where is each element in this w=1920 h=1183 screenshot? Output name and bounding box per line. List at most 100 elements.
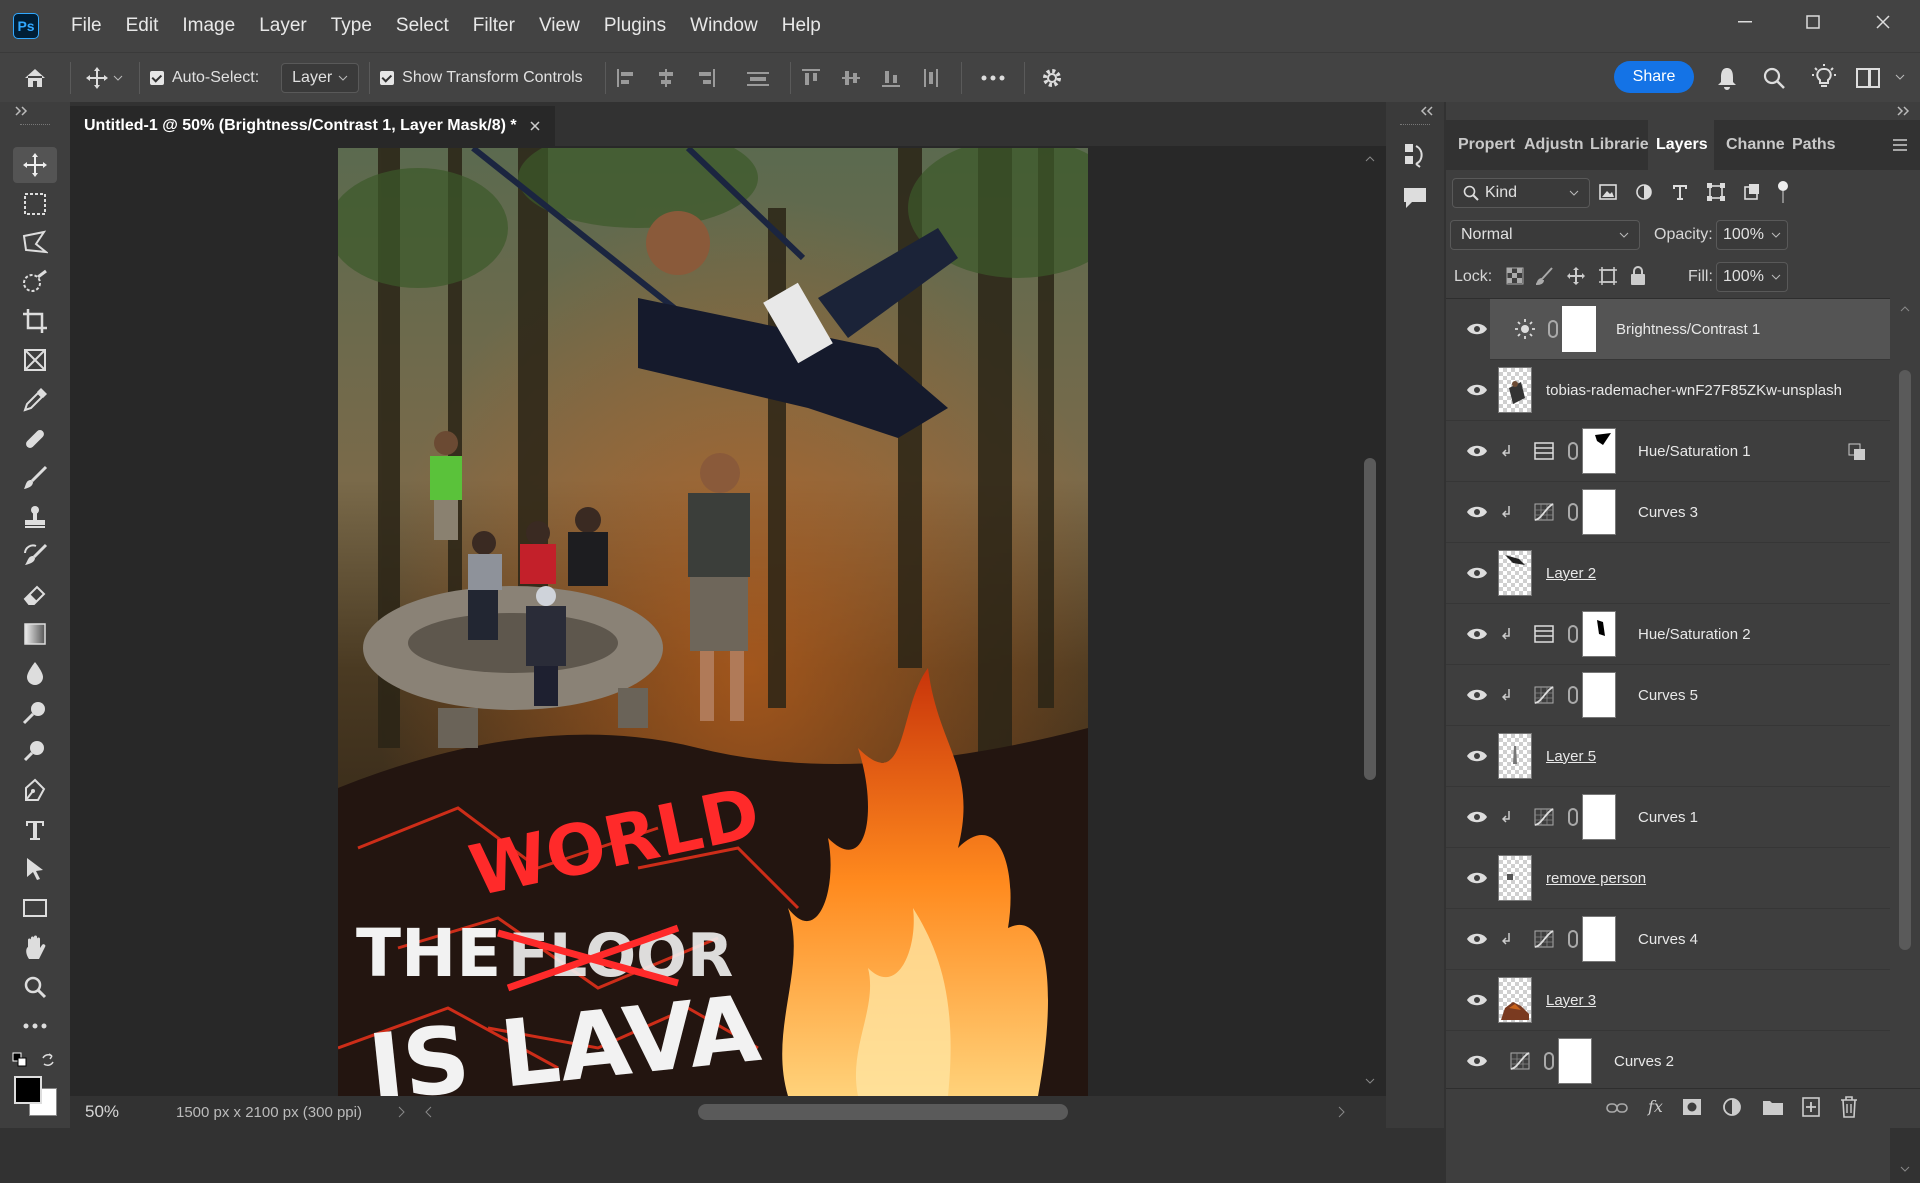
link-icon[interactable] (1568, 930, 1578, 948)
layer-mask-thumbnail[interactable] (1558, 1038, 1592, 1084)
clone-stamp-tool[interactable] (13, 499, 57, 535)
layer-row-hue-saturation-1[interactable]: Hue/Saturation 1 (1446, 421, 1890, 482)
brush-tool[interactable] (13, 460, 57, 496)
vertical-scrollbar[interactable] (1360, 148, 1380, 1094)
search-icon[interactable] (1762, 66, 1786, 90)
eye-icon[interactable] (1466, 810, 1488, 824)
gradient-tool[interactable] (13, 616, 57, 652)
menu-plugins[interactable]: Plugins (592, 0, 678, 52)
layer-name[interactable]: Curves 3 (1638, 504, 1698, 521)
layer-row-curves-2[interactable]: Curves 2 (1446, 1031, 1890, 1092)
align-top-icon[interactable] (801, 68, 821, 88)
lock-all-icon[interactable] (1630, 266, 1646, 286)
bell-icon[interactable] (1716, 66, 1738, 90)
dodge-tool[interactable] (13, 694, 57, 730)
menu-type[interactable]: Type (319, 0, 384, 52)
layer-row-remove-person[interactable]: remove person (1446, 848, 1890, 909)
tab-properties[interactable]: Propert (1458, 120, 1515, 170)
link-icon[interactable] (1568, 625, 1578, 643)
distribute-horizontal-icon[interactable] (746, 68, 770, 88)
lock-artboard-icon[interactable] (1598, 266, 1618, 286)
layer-mask-thumbnail[interactable] (1582, 489, 1616, 535)
menu-layer[interactable]: Layer (247, 0, 319, 52)
eye-icon[interactable] (1466, 871, 1488, 885)
tab-layers[interactable]: Layers (1656, 120, 1708, 170)
layer-name[interactable]: Brightness/Contrast 1 (1616, 321, 1760, 338)
share-button[interactable]: Share (1614, 61, 1694, 93)
vertical-scroll-thumb[interactable] (1364, 458, 1376, 780)
tab-paths[interactable]: Paths (1792, 120, 1836, 170)
show-transform-checkbox[interactable]: Show Transform Controls (380, 69, 583, 87)
layer-name[interactable]: Curves 1 (1638, 809, 1698, 826)
distribute-vertical-icon[interactable] (921, 68, 941, 88)
close-window-button[interactable] (1853, 0, 1913, 44)
zoom-level[interactable]: 50% (85, 1102, 145, 1122)
layer-name[interactable]: Layer 3 (1546, 992, 1596, 1009)
filter-smart-object-icon[interactable] (1742, 182, 1762, 202)
fx-icon[interactable]: fx (1648, 1097, 1663, 1116)
eye-icon[interactable] (1466, 444, 1488, 458)
align-center-icon[interactable] (656, 68, 676, 88)
layer-mask-thumbnail[interactable] (1582, 428, 1616, 474)
link-icon[interactable] (1544, 1052, 1554, 1070)
layer-row-tobias-photo[interactable]: tobias-rademacher-wnF27F85ZKw-unsplash (1446, 360, 1890, 421)
eye-icon[interactable] (1466, 505, 1488, 519)
layer-mask-thumbnail[interactable] (1582, 916, 1616, 962)
filter-type-icon[interactable] (1670, 182, 1690, 202)
scroll-right-icon[interactable] (1338, 1106, 1346, 1118)
lasso-tool[interactable] (13, 225, 57, 261)
burn-tool[interactable] (13, 733, 57, 769)
document-info[interactable]: 1500 px x 2100 px (300 ppi) (176, 1104, 362, 1121)
tab-channels[interactable]: Channe (1726, 120, 1785, 170)
minimize-button[interactable] (1715, 0, 1775, 44)
filter-toggle-icon[interactable] (1776, 180, 1790, 204)
layer-row-curves-4[interactable]: Curves 4 (1446, 909, 1890, 970)
link-icon[interactable] (1568, 808, 1578, 826)
collapse-double-arrow-icon[interactable] (1896, 106, 1910, 116)
chevron-down-icon[interactable] (1895, 74, 1905, 80)
layer-row-layer-5[interactable]: Layer 5 (1446, 726, 1890, 787)
eye-icon[interactable] (1466, 993, 1488, 1007)
menu-view[interactable]: View (527, 0, 592, 52)
history-panel-icon[interactable] (1402, 142, 1428, 170)
layer-row-brightness-contrast-1[interactable]: Brightness/Contrast 1 (1446, 299, 1890, 360)
scroll-left-icon[interactable] (424, 1106, 432, 1118)
scroll-up-icon[interactable] (1900, 306, 1910, 312)
zoom-tool[interactable] (13, 969, 57, 1005)
layer-effects-icon[interactable] (1848, 443, 1866, 461)
lock-position-icon[interactable] (1566, 266, 1586, 286)
filter-pixel-icon[interactable] (1598, 182, 1618, 202)
menu-edit[interactable]: Edit (114, 0, 171, 52)
layer-row-curves-5[interactable]: Curves 5 (1446, 665, 1890, 726)
eye-icon[interactable] (1466, 627, 1488, 641)
menu-filter[interactable]: Filter (461, 0, 527, 52)
link-layers-icon[interactable] (1606, 1101, 1628, 1115)
default-colors-icon[interactable] (12, 1052, 28, 1068)
move-tool[interactable] (13, 147, 57, 183)
layer-thumbnail[interactable] (1498, 977, 1532, 1023)
more-options-icon[interactable] (980, 74, 1006, 82)
menu-window[interactable]: Window (678, 0, 770, 52)
type-tool[interactable] (13, 812, 57, 848)
filter-shape-icon[interactable] (1706, 182, 1726, 202)
eyedropper-tool[interactable] (13, 382, 57, 418)
layer-filter-dropdown[interactable]: Kind (1452, 178, 1590, 208)
scroll-down-icon[interactable] (1365, 1078, 1375, 1084)
lock-image-pixels-icon[interactable] (1536, 267, 1554, 285)
eye-icon[interactable] (1466, 688, 1488, 702)
layer-row-hue-saturation-2[interactable]: Hue/Saturation 2 (1446, 604, 1890, 665)
chevron-right-icon[interactable] (398, 1106, 406, 1118)
crop-tool[interactable] (13, 303, 57, 339)
layer-name[interactable]: Hue/Saturation 1 (1638, 443, 1751, 460)
layer-thumbnail[interactable] (1498, 550, 1532, 596)
layer-mask-thumbnail[interactable] (1582, 794, 1616, 840)
lightbulb-icon[interactable] (1812, 64, 1836, 90)
fill-field[interactable]: 100% (1716, 262, 1788, 292)
lock-transparent-pixels-icon[interactable] (1506, 267, 1524, 285)
pen-tool[interactable] (13, 773, 57, 809)
link-icon[interactable] (1568, 686, 1578, 704)
new-layer-icon[interactable] (1802, 1097, 1820, 1117)
tab-libraries[interactable]: Librarie (1590, 120, 1649, 170)
eye-icon[interactable] (1466, 383, 1488, 397)
eye-icon[interactable] (1466, 322, 1488, 336)
